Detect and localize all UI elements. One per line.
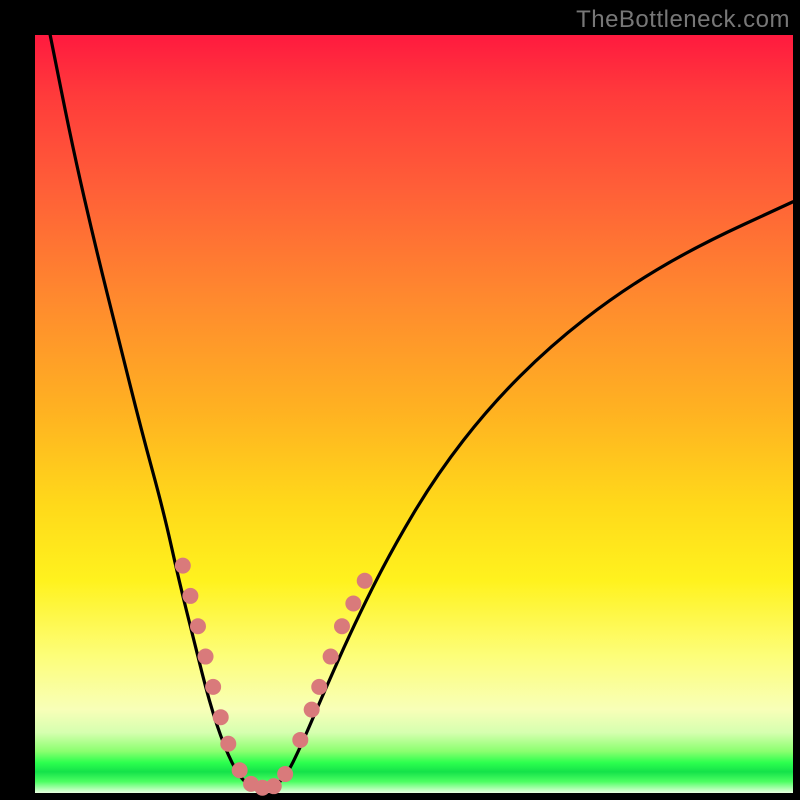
highlight-dot — [205, 679, 221, 695]
highlight-dot — [198, 649, 214, 665]
highlight-dot — [311, 679, 327, 695]
highlight-dot — [182, 588, 198, 604]
highlight-dot — [190, 618, 206, 634]
highlight-dot — [357, 573, 373, 589]
highlight-dot — [220, 736, 236, 752]
chart-frame: TheBottleneck.com — [0, 0, 800, 800]
highlight-dot — [304, 702, 320, 718]
bottleneck-curve-path — [50, 35, 793, 789]
highlight-dot — [266, 778, 282, 794]
highlight-dot — [213, 709, 229, 725]
highlight-dot — [277, 766, 293, 782]
highlight-dot — [175, 558, 191, 574]
highlight-dot — [232, 762, 248, 778]
curve-layer — [0, 0, 800, 800]
highlight-dot — [292, 732, 308, 748]
highlight-dot — [334, 618, 350, 634]
bottleneck-curve — [50, 35, 793, 789]
highlight-dot — [323, 649, 339, 665]
highlight-dot — [345, 596, 361, 612]
